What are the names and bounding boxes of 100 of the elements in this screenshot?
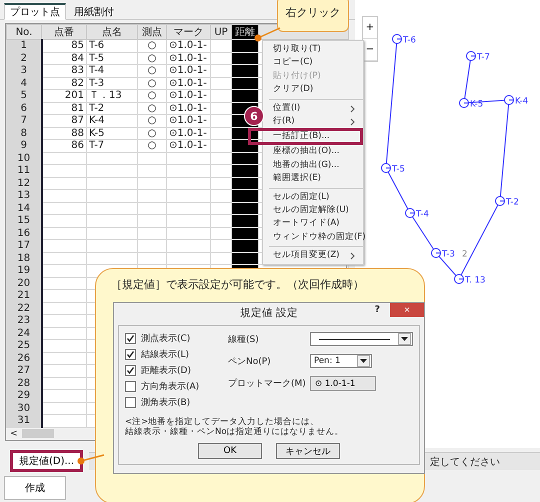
table-cell: ⊙1.0-1- (169, 115, 207, 126)
defaults-button[interactable]: 規定値(D)... (10, 450, 84, 472)
menu-item[interactable]: 一括訂正(B)... (248, 128, 363, 146)
field-label: 線種(S) (228, 334, 260, 346)
column-header[interactable]: 点番 (42, 24, 86, 40)
table-cell: ⊙1.0-1- (169, 128, 207, 139)
row-number: 26 (6, 352, 42, 364)
table-cell: ○ (148, 40, 156, 52)
tab[interactable]: プロット点 (4, 3, 66, 20)
row-number: 3 (6, 64, 42, 77)
table-cell: T-4 (89, 65, 104, 76)
menu-item[interactable]: ウィンドウ枠の固定(F) (263, 230, 363, 244)
table-cell: K-5 (89, 128, 104, 139)
menu-item[interactable]: 地番の抽出(G)... (263, 158, 363, 172)
row-number: 11 (6, 164, 42, 177)
field-label: プロットマーク(M) (228, 377, 307, 390)
menu-item[interactable]: 範囲選択(E) (263, 172, 363, 186)
menu-item[interactable]: セルの固定解除(U) (263, 204, 363, 218)
dialog-button[interactable]: OK (198, 443, 262, 459)
checkbox[interactable] (125, 365, 136, 376)
menu-item[interactable]: 座標の抽出(O)... (263, 145, 363, 159)
row-number: 6 (6, 102, 42, 114)
table-cell: ⊙1.0-1- (169, 102, 207, 114)
table-cell: ⊙1.0-1- (169, 40, 207, 52)
pen-dropdown[interactable]: Pen: 1 (310, 354, 372, 368)
column-header[interactable]: UP (210, 24, 232, 40)
tab[interactable]: 用紙割付 (68, 3, 120, 20)
table-cell: T-6 (89, 40, 104, 52)
point-marker-icon (392, 34, 402, 44)
row-number: 19 (6, 264, 42, 277)
column-header[interactable]: マーク (166, 24, 210, 40)
column-header[interactable]: No. (6, 24, 42, 40)
table-cell: 86 (71, 140, 84, 152)
menu-item[interactable]: セル項目変更(Z) (263, 249, 363, 262)
row-number: 15 (6, 214, 42, 227)
dialog-button[interactable]: キャンセル (276, 443, 340, 459)
point-marker-icon (454, 274, 464, 284)
menu-item[interactable]: 位置(I) (263, 102, 363, 115)
table-cell: T-5 (89, 52, 104, 64)
table-cell: 201 (64, 90, 84, 102)
scroll-thumb[interactable] (22, 429, 54, 438)
create-button[interactable]: 作成 (4, 476, 66, 500)
dialog-title: 規定値 設定 (240, 306, 298, 320)
point-label: T-4 (416, 210, 429, 220)
table-cell: ○ (148, 128, 156, 139)
menu-item[interactable]: セルの固定(L) (263, 190, 363, 204)
menu-item[interactable]: コピー(C) (263, 56, 363, 70)
checkbox-label: 距離表示(D) (141, 364, 191, 377)
row-number: 21 (6, 290, 42, 302)
menu-item[interactable]: クリア(D) (263, 83, 363, 97)
row-number: 17 (6, 240, 42, 252)
row-number: 30 (6, 402, 42, 414)
point-label: T-3 (442, 250, 455, 260)
checkbox[interactable] (125, 381, 136, 392)
checkbox-label: 測角表示(B) (141, 396, 190, 409)
point-marker-icon (431, 248, 441, 258)
row-number: 9 (6, 140, 42, 152)
row-number: 25 (6, 340, 42, 352)
row-number: 2 (6, 52, 42, 64)
table-cell: ⊙1.0-1- (169, 90, 207, 102)
row-number: 5 (6, 90, 42, 102)
row-number: 29 (6, 390, 42, 402)
field-label: ペンNo(P) (228, 356, 272, 368)
menu-item[interactable]: 切り取り(T) (263, 43, 363, 56)
callout-pointer (76, 453, 106, 467)
column-header[interactable]: 点名 (86, 24, 138, 40)
scroll-left-arrow[interactable]: < (10, 428, 18, 438)
status-text: 定してください (430, 456, 500, 468)
table-cell: 83 (71, 65, 84, 76)
row-number: 16 (6, 227, 42, 240)
table-cell: ⊙1.0-1- (169, 78, 207, 89)
point-label: T-7 (477, 52, 490, 62)
column-header[interactable]: 測点 (138, 24, 166, 40)
table-cell: ○ (148, 115, 156, 126)
dropdown-arrow-icon[interactable] (360, 359, 367, 363)
plot-mark-button[interactable]: ⊙ 1.0-1-1 (310, 376, 376, 391)
menu-item[interactable]: オートワイド(A) (263, 217, 363, 231)
row-number: 10 (6, 152, 42, 164)
table-cell: 81 (71, 102, 84, 114)
table-cell: T-7 (89, 140, 104, 152)
column-header[interactable]: 距離 (232, 24, 258, 40)
checkbox[interactable] (125, 397, 136, 408)
dropdown-arrow-icon[interactable] (401, 337, 408, 341)
row-number: 8 (6, 127, 42, 140)
row-number: 27 (6, 364, 42, 377)
close-button[interactable]: × (390, 303, 424, 317)
table-cell: ○ (148, 65, 156, 76)
table-cell: T-2 (89, 102, 104, 114)
point-label: T-2 (506, 198, 519, 208)
row-number: 28 (6, 377, 42, 390)
point-marker-icon (495, 196, 505, 206)
menu-item[interactable]: 行(R) (263, 114, 363, 128)
table-cell: 87 (71, 115, 84, 126)
checkbox[interactable] (125, 349, 136, 360)
callout-text: ［規定値］で表示設定が可能です。（次回作成時） (111, 277, 365, 292)
help-button[interactable]: ? (374, 305, 380, 315)
table-cell: ○ (148, 102, 156, 114)
checkbox[interactable] (125, 333, 136, 344)
line-type-dropdown[interactable] (310, 332, 413, 346)
note-text: <注>地番を指定してデータ入力した場合には、 (125, 417, 320, 427)
